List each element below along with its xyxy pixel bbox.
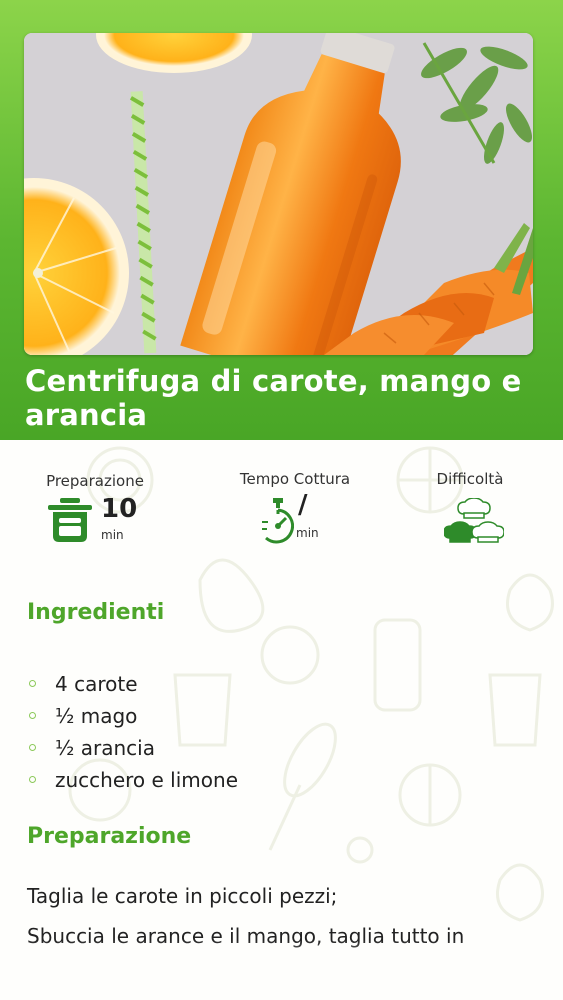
list-item: ½ arancia: [27, 732, 238, 764]
bullet-icon: [29, 712, 36, 719]
chef-hat-icon: [444, 498, 504, 543]
stopwatch-icon: [262, 498, 294, 544]
cooking-time-stat: Tempo Cottura / min: [230, 470, 360, 546]
ingredient-text: ½ arancia: [55, 736, 155, 760]
bullet-icon: [29, 744, 36, 751]
cooking-time-label: Tempo Cottura: [239, 470, 351, 488]
list-item: ½ mago: [27, 700, 238, 732]
ingredients-heading: Ingredienti: [27, 600, 165, 625]
list-item: 4 carote: [27, 668, 238, 700]
recipe-content: Preparazione 10 min Tempo Cottura / min …: [0, 440, 563, 1000]
ingredient-text: zucchero e limone: [55, 768, 238, 792]
ingredient-text: 4 carote: [55, 672, 138, 696]
preparation-heading: Preparazione: [27, 824, 192, 849]
bullet-icon: [29, 680, 36, 687]
difficulty-rating: [420, 496, 520, 546]
recipe-title: Centrifuga di carote, mango e arancia: [25, 364, 522, 432]
preparation-time-stat: Preparazione 10 min: [40, 472, 150, 548]
recipe-photo: [24, 33, 533, 355]
recipe-header: Centrifuga di carote, mango e arancia: [0, 0, 563, 440]
ingredient-text: ½ mago: [55, 704, 138, 728]
preparation-time-label: Preparazione: [46, 472, 144, 490]
preparation-time-value: 10: [101, 494, 138, 524]
list-item: zucchero e limone: [27, 764, 238, 796]
bullet-icon: [29, 776, 36, 783]
ingredients-list: 4 carote ½ mago ½ arancia zucchero e lim…: [27, 668, 238, 796]
cooking-time-value: /: [298, 490, 308, 520]
difficulty-stat: Difficoltà: [420, 470, 520, 546]
preparation-time-unit: min: [101, 528, 124, 542]
cooking-time-unit: min: [296, 526, 319, 540]
preparation-line: Taglia le carote in piccoli pezzi;: [27, 884, 338, 908]
pot-icon: [48, 498, 92, 542]
scroll-fade: [0, 940, 563, 1000]
difficulty-label: Difficoltà: [436, 470, 504, 488]
